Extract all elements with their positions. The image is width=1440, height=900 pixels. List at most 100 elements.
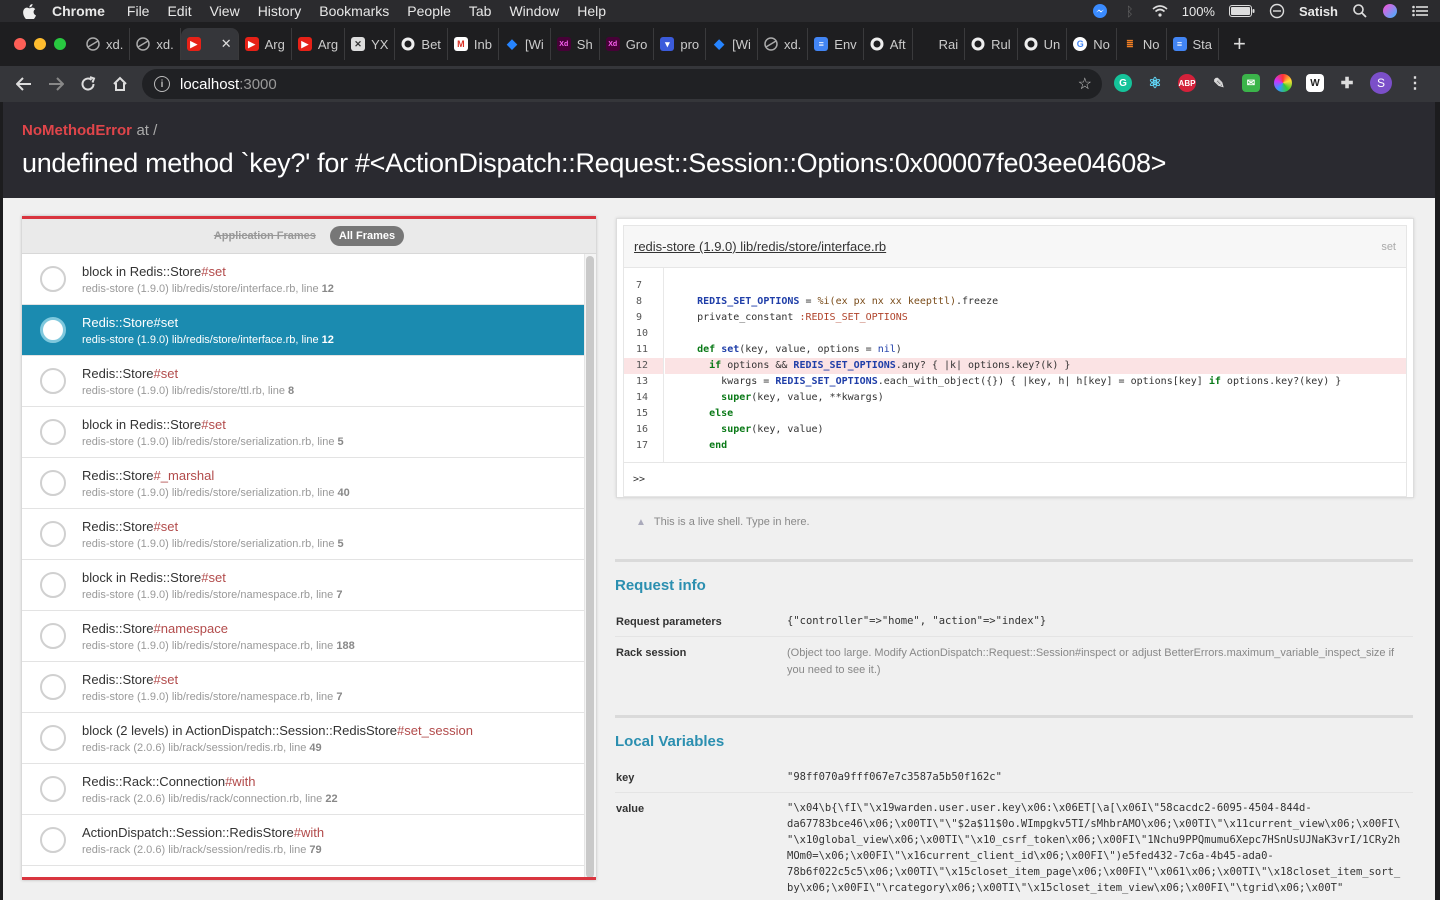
- frame-radio-icon: [40, 623, 66, 649]
- menu-file[interactable]: File: [127, 3, 150, 19]
- bluetooth-icon[interactable]: ᛒ: [1122, 3, 1138, 19]
- wappalyzer-extension-icon[interactable]: W: [1306, 74, 1324, 92]
- frame-text: Redis::Store#set redis-store (1.9.0) lib/…: [82, 366, 294, 397]
- browser-tab[interactable]: ◆ [Wi: [706, 28, 758, 60]
- application-frames-filter[interactable]: Application Frames: [214, 230, 316, 242]
- menubar-user[interactable]: Satish: [1299, 4, 1338, 19]
- browser-tab[interactable]: ≡ Sta: [1167, 28, 1220, 60]
- profile-avatar[interactable]: S: [1370, 72, 1392, 94]
- notification-center-icon[interactable]: [1412, 3, 1428, 19]
- close-window-button[interactable]: [14, 38, 26, 50]
- chrome-menu-icon[interactable]: ⋮: [1406, 74, 1424, 92]
- puzzle-extensions-icon[interactable]: ✚: [1338, 74, 1356, 92]
- bookmark-star-icon[interactable]: ☆: [1078, 74, 1092, 94]
- tab-title: Env: [834, 36, 857, 52]
- menu-app-chrome[interactable]: Chrome: [52, 3, 105, 19]
- zoom-window-button[interactable]: [54, 38, 66, 50]
- browser-tab[interactable]: xd.: [130, 28, 181, 60]
- error-message: undefined method `key?' for #<ActionDisp…: [22, 148, 1167, 178]
- frame-item[interactable]: Redis::Rack::Connection#with redis-rack (…: [22, 764, 584, 815]
- rack-session-label: Rack session: [616, 647, 687, 659]
- new-tab-button[interactable]: +: [1233, 31, 1246, 57]
- menu-bookmarks[interactable]: Bookmarks: [319, 3, 389, 19]
- browser-tab[interactable]: ✕ YX: [345, 28, 396, 60]
- browser-tab[interactable]: xd.: [758, 28, 809, 60]
- home-button[interactable]: [104, 68, 136, 100]
- browser-tab[interactable]: Rul: [965, 28, 1018, 60]
- variable-key-value: "98ff070a9fff067e7c3587a5b50f162c": [787, 771, 1002, 783]
- frame-line: 188: [336, 639, 355, 652]
- messenger-icon[interactable]: [1092, 3, 1108, 19]
- forward-button[interactable]: [40, 68, 72, 100]
- frame-list-scroll-thumb[interactable]: [586, 256, 594, 877]
- source-line-12-highlighted: if options && REDIS_SET_OPTIONS.any? { |…: [665, 358, 1406, 374]
- menu-edit[interactable]: Edit: [167, 3, 191, 19]
- browser-tab[interactable]: Aft: [864, 28, 913, 60]
- back-button[interactable]: [8, 68, 40, 100]
- eyedropper-extension-icon[interactable]: ✎: [1210, 74, 1228, 92]
- site-info-icon[interactable]: i: [154, 76, 170, 92]
- tab-title: Bet: [421, 36, 441, 52]
- battery-icon[interactable]: [1228, 3, 1255, 19]
- browser-tab[interactable]: Un: [1018, 28, 1068, 60]
- close-tab-icon[interactable]: ✕: [221, 36, 232, 52]
- code-file-link[interactable]: redis-store (1.9.0) lib/redis/store/inte…: [634, 239, 886, 254]
- tab-title: YX: [371, 36, 389, 52]
- frame-item[interactable]: block in Redis::Store#set redis-store (1.…: [22, 560, 584, 611]
- menu-people[interactable]: People: [407, 3, 451, 19]
- frame-context: Redis::Store: [82, 314, 154, 330]
- browser-tab[interactable]: Xd Sh: [551, 28, 600, 60]
- browser-tab[interactable]: ◆ [Wi: [499, 28, 551, 60]
- all-frames-filter[interactable]: All Frames: [329, 226, 405, 246]
- browser-tab[interactable]: ▶ Arg: [292, 28, 346, 60]
- browser-tab[interactable]: G No: [1067, 28, 1117, 60]
- frame-context: block in Redis::Store: [82, 416, 202, 432]
- frame-item[interactable]: block in Redis::Store#set redis-store (1.…: [22, 407, 584, 458]
- browser-tab[interactable]: ≣ No: [1117, 28, 1167, 60]
- menu-view[interactable]: View: [210, 3, 240, 19]
- frame-file: redis-store (1.9.0) lib/redis/store/name…: [82, 690, 337, 703]
- focus-icon[interactable]: [1269, 3, 1285, 19]
- source-line-10: [665, 326, 1406, 342]
- color-picker-extension-icon[interactable]: [1274, 74, 1292, 92]
- frame-item[interactable]: Redis::Store#_marshal redis-store (1.9.0)…: [22, 458, 584, 509]
- wifi-icon[interactable]: [1152, 3, 1168, 19]
- tab-active[interactable]: ▶ ✕: [180, 28, 239, 60]
- frame-item-selected[interactable]: Redis::Store#set redis-store (1.9.0) lib/…: [22, 305, 584, 356]
- adblock-extension-icon[interactable]: ABP: [1178, 74, 1196, 92]
- browser-tab[interactable]: ▾ pro: [654, 28, 707, 60]
- spotlight-search-icon[interactable]: [1352, 3, 1368, 19]
- frame-file: redis-store (1.9.0) lib/redis/store/name…: [82, 639, 337, 652]
- react-devtools-extension-icon[interactable]: ⚛: [1146, 74, 1164, 92]
- menu-tab[interactable]: Tab: [469, 3, 492, 19]
- menu-history[interactable]: History: [258, 3, 302, 19]
- frame-file: redis-store (1.9.0) lib/redis/store/ttl.…: [82, 384, 289, 397]
- browser-tab[interactable]: ▶ Arg: [239, 28, 292, 60]
- frame-item[interactable]: block in Redis::Store#set redis-store (1.…: [22, 254, 584, 305]
- siri-icon[interactable]: [1382, 3, 1398, 19]
- frame-item[interactable]: Redis::Store#set redis-store (1.9.0) lib/…: [22, 662, 584, 713]
- apple-icon[interactable]: [20, 3, 38, 19]
- minimize-window-button[interactable]: [34, 38, 46, 50]
- menu-window[interactable]: Window: [509, 3, 559, 19]
- live-shell-input[interactable]: >>: [623, 463, 1407, 497]
- frame-item[interactable]: Redis::Store#namespace redis-store (1.9.0…: [22, 611, 584, 662]
- browser-tab[interactable]: Rai: [913, 28, 966, 60]
- frame-item[interactable]: Redis::Store#set redis-store (1.9.0) lib/…: [22, 356, 584, 407]
- frame-method: #_marshal: [153, 467, 215, 483]
- extensions-area: G ⚛ ABP ✎ ✉ W ✚ S ⋮: [1114, 72, 1424, 94]
- browser-tab[interactable]: Xd Gro: [600, 28, 655, 60]
- address-bar[interactable]: i localhost :3000 ☆: [142, 69, 1102, 99]
- mail-extension-icon[interactable]: ✉: [1242, 74, 1260, 92]
- browser-tab[interactable]: M Inb: [448, 28, 499, 60]
- frame-item[interactable]: ActionDispatch::Session::RedisStore#with…: [22, 815, 584, 866]
- github-icon: [870, 37, 884, 51]
- browser-tab[interactable]: ≡ Env: [808, 28, 864, 60]
- frame-item[interactable]: Redis::Store#set redis-store (1.9.0) lib/…: [22, 509, 584, 560]
- reload-button[interactable]: [72, 68, 104, 100]
- menu-help[interactable]: Help: [577, 3, 606, 19]
- frame-item[interactable]: block (2 levels) in ActionDispatch::Sess…: [22, 713, 584, 764]
- grammarly-extension-icon[interactable]: G: [1114, 74, 1132, 92]
- browser-tab[interactable]: xd.: [80, 28, 131, 60]
- browser-tab[interactable]: Bet: [395, 28, 448, 60]
